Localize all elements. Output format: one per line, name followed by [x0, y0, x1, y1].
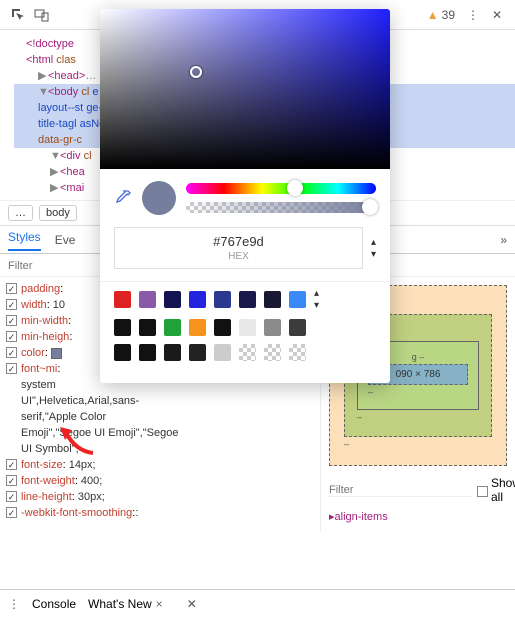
- inspect-icon[interactable]: [6, 3, 30, 27]
- prop-toggle[interactable]: ✓: [6, 491, 17, 502]
- hue-handle[interactable]: [287, 180, 303, 196]
- showall-label: Show all: [491, 476, 515, 504]
- breadcrumb-item[interactable]: body: [39, 205, 77, 221]
- palette-swatch[interactable]: [264, 319, 281, 336]
- palette-swatch[interactable]: [214, 291, 231, 308]
- palette-swatch[interactable]: [189, 319, 206, 336]
- close-icon[interactable]: ✕: [485, 3, 509, 27]
- palette-swatch[interactable]: [214, 344, 231, 361]
- prop-toggle[interactable]: ✓: [6, 347, 17, 358]
- hue-slider[interactable]: [186, 183, 376, 194]
- palette-spinner[interactable]: ▴▾: [314, 288, 319, 311]
- prop-toggle[interactable]: ✓: [6, 459, 17, 470]
- alpha-slider[interactable]: [186, 202, 376, 213]
- prop-toggle[interactable]: ✓: [6, 507, 17, 518]
- palette-swatch[interactable]: [189, 344, 206, 361]
- kebab-icon[interactable]: ⋮: [461, 3, 485, 27]
- saturation-field[interactable]: [100, 9, 390, 169]
- computed-filter-input[interactable]: [329, 484, 471, 497]
- alpha-handle[interactable]: [362, 199, 378, 215]
- prop-toggle[interactable]: ✓: [6, 283, 17, 294]
- tab-console[interactable]: Console: [32, 597, 76, 611]
- close-tab-icon[interactable]: ×: [156, 597, 163, 611]
- hex-input[interactable]: #767e9d HEX: [114, 227, 363, 269]
- palette-swatch[interactable]: [239, 344, 256, 361]
- prop-toggle[interactable]: ✓: [6, 299, 17, 310]
- palette-swatch[interactable]: [189, 291, 206, 308]
- color-picker: #767e9d HEX ▴▾ ▴▾: [100, 9, 390, 383]
- palette-swatch[interactable]: [239, 319, 256, 336]
- color-swatch[interactable]: [51, 348, 62, 359]
- prop-toggle[interactable]: ✓: [6, 363, 17, 374]
- palette-swatch[interactable]: [139, 291, 156, 308]
- palette-swatch[interactable]: [164, 291, 181, 308]
- palette-swatch[interactable]: [139, 319, 156, 336]
- prop-toggle[interactable]: ✓: [6, 331, 17, 342]
- device-icon[interactable]: [30, 3, 54, 27]
- warning-icon: ▲: [427, 8, 439, 22]
- showall-checkbox[interactable]: [477, 486, 488, 497]
- drawer-close-icon[interactable]: ✕: [187, 597, 197, 611]
- palette-swatch[interactable]: [114, 319, 131, 336]
- breadcrumb-item[interactable]: …: [8, 205, 33, 221]
- computed-prop[interactable]: ▸align-items: [329, 510, 507, 524]
- palette-swatch[interactable]: [289, 344, 306, 361]
- palette-swatch[interactable]: [289, 291, 306, 308]
- palette-swatch[interactable]: [289, 319, 306, 336]
- prop-toggle[interactable]: ✓: [6, 475, 17, 486]
- warnings-badge[interactable]: ▲39: [427, 8, 455, 22]
- palette-swatch[interactable]: [264, 291, 281, 308]
- palette-swatch[interactable]: [164, 319, 181, 336]
- palette-swatch[interactable]: [139, 344, 156, 361]
- palette-swatch[interactable]: [114, 344, 131, 361]
- drawer-kebab-icon[interactable]: ⋮: [8, 597, 20, 611]
- format-spinner[interactable]: ▴▾: [371, 237, 376, 260]
- eyedropper-icon[interactable]: [114, 189, 132, 207]
- palette-swatch[interactable]: [114, 291, 131, 308]
- palette-swatch[interactable]: [239, 291, 256, 308]
- color-preview: [142, 181, 176, 215]
- drawer: ⋮ Console What's New× ✕: [0, 589, 515, 617]
- annotation-arrow: [58, 425, 98, 455]
- tab-whatsnew[interactable]: What's New×: [88, 597, 163, 611]
- prop-toggle[interactable]: ✓: [6, 315, 17, 326]
- palette-swatch[interactable]: [164, 344, 181, 361]
- palette-swatch[interactable]: [264, 344, 281, 361]
- tab-styles[interactable]: Styles: [8, 230, 41, 251]
- tab-eventlisteners[interactable]: Eve: [55, 233, 76, 247]
- more-tabs-icon[interactable]: »: [500, 233, 507, 247]
- palette-swatch[interactable]: [214, 319, 231, 336]
- sat-cursor[interactable]: [190, 66, 202, 78]
- palette: ▴▾: [100, 281, 390, 383]
